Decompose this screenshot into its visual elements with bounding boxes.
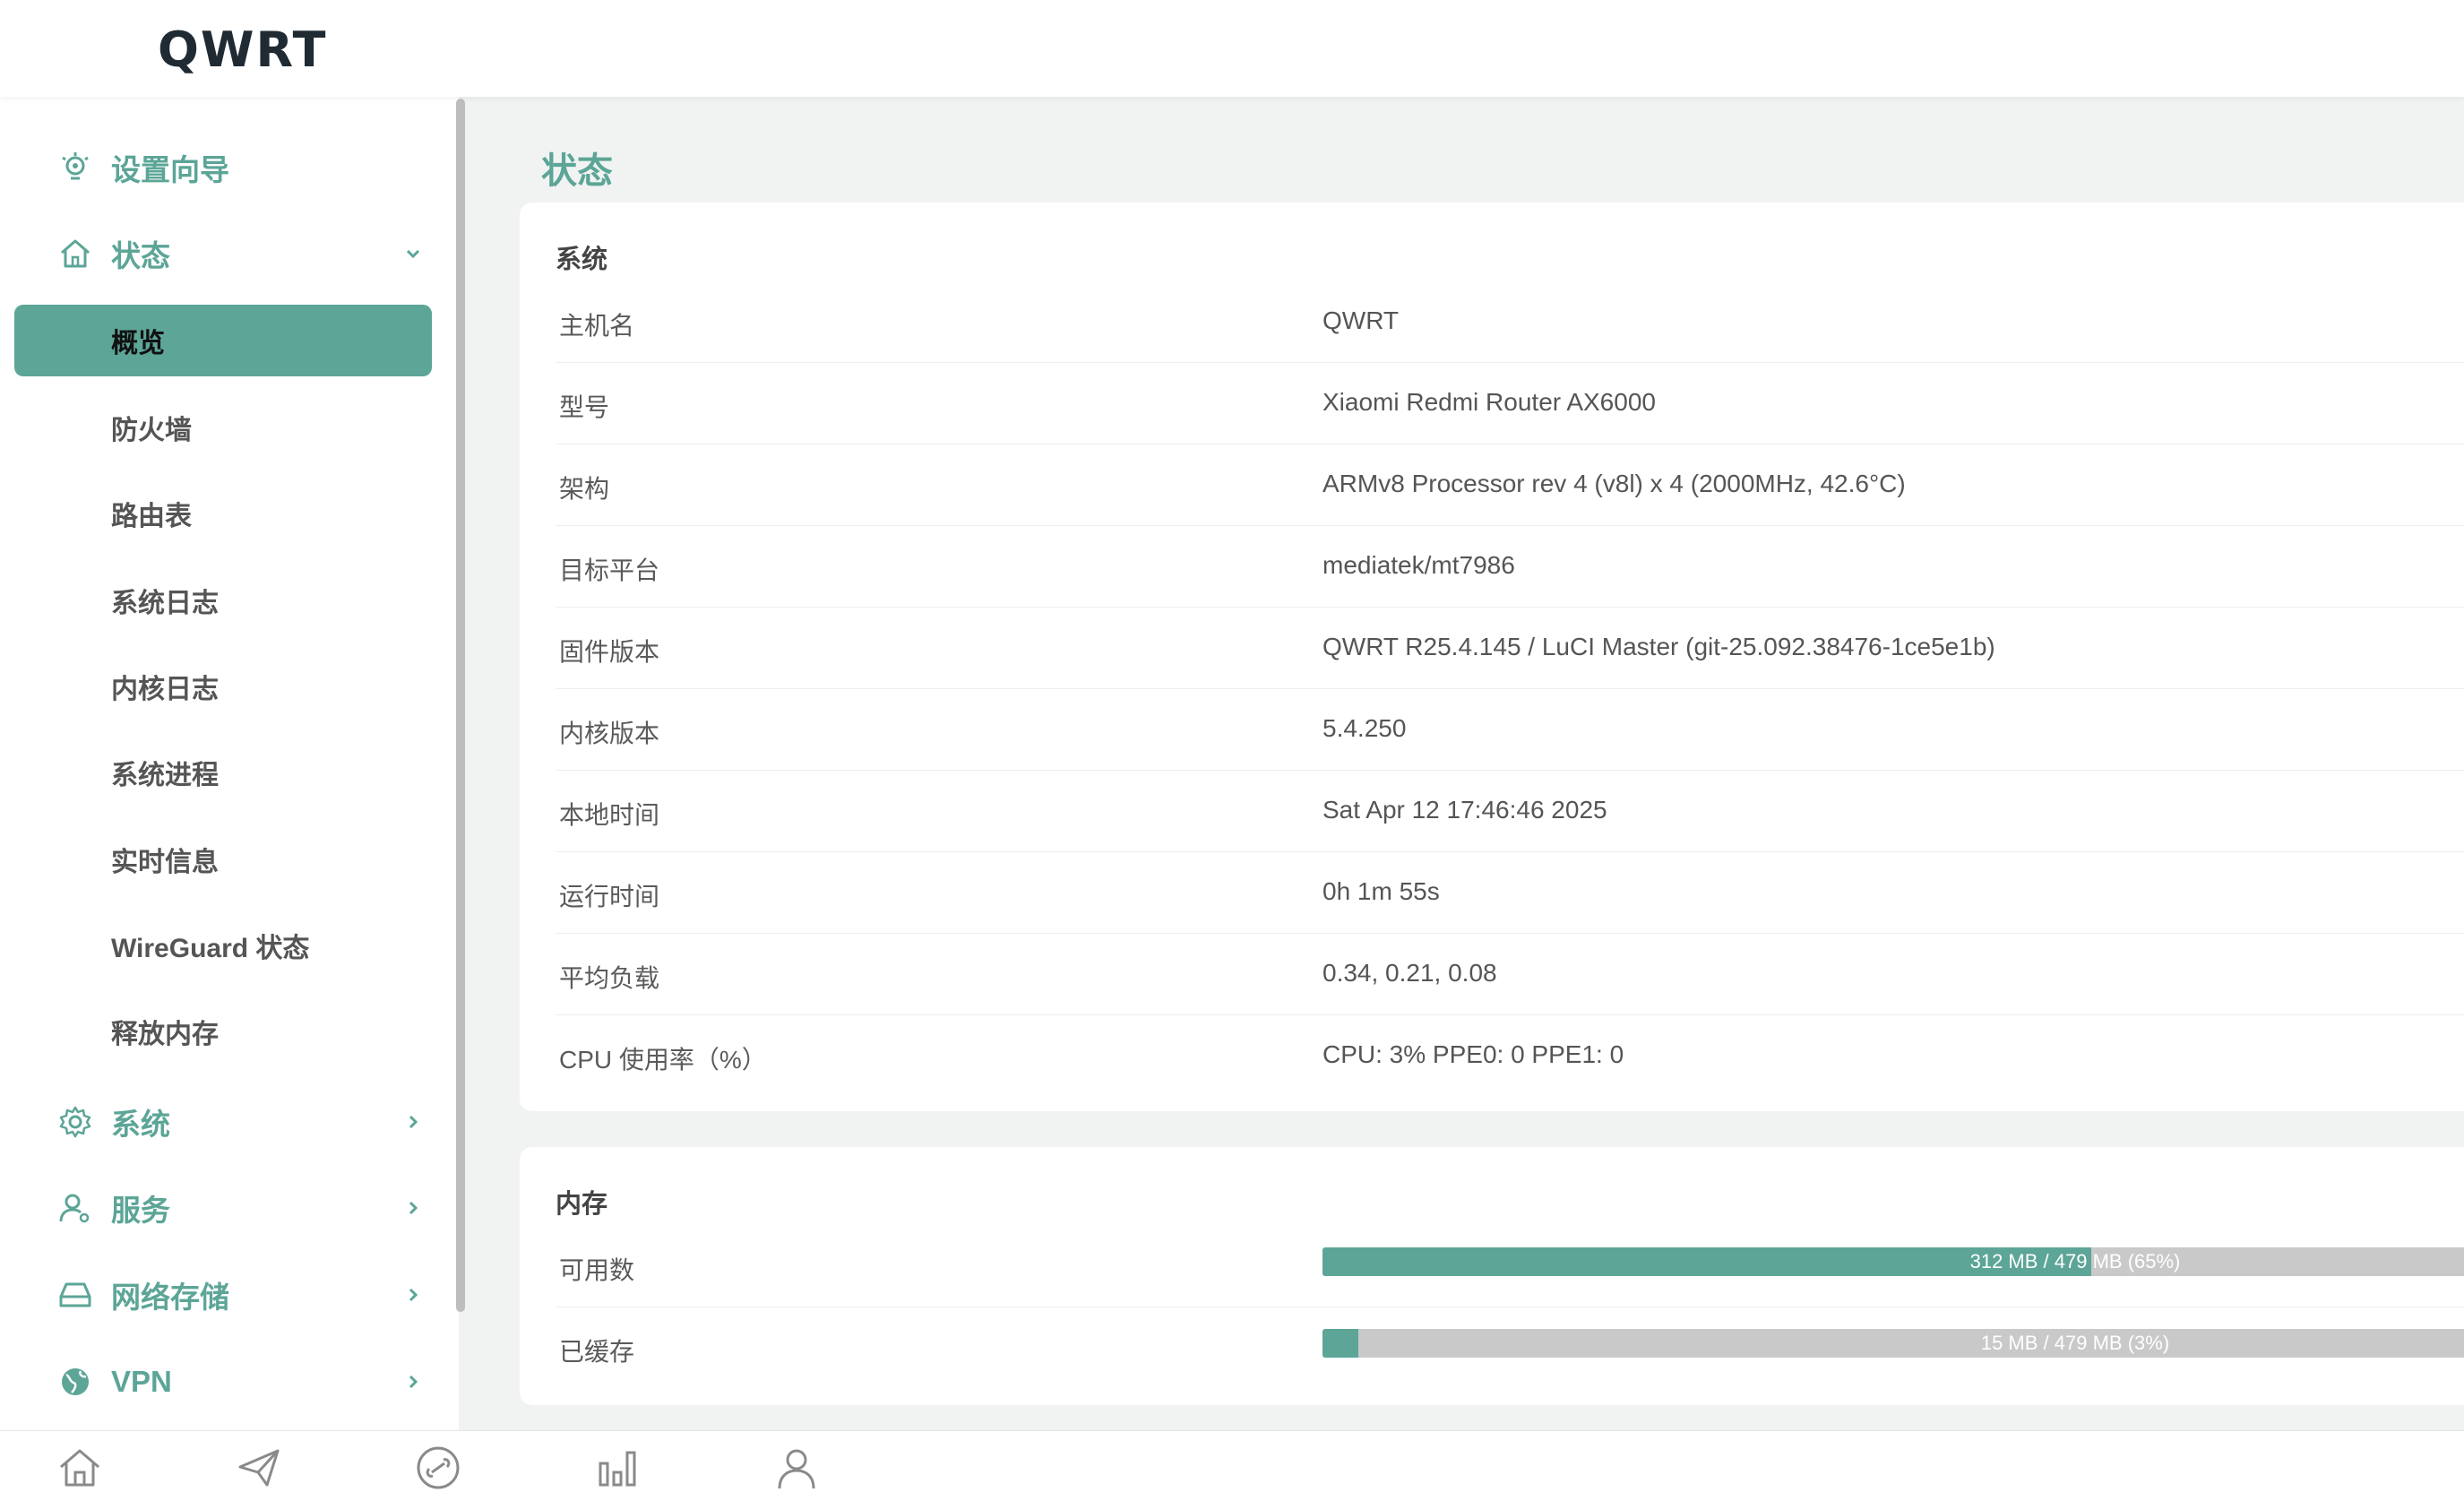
memory-available-text: 312 MB / 479 MB (65%) xyxy=(1969,1250,2181,1272)
sidebar-item-label: 概览 xyxy=(111,329,165,358)
lightbulb-gear-icon xyxy=(62,152,89,180)
row-label: 架构 xyxy=(559,475,610,503)
sidebar-item-vpn[interactable]: VPN xyxy=(0,1343,459,1420)
sidebar-item-label: 实时信息 xyxy=(111,848,219,877)
row-label: 运行时间 xyxy=(559,883,660,910)
table-row: 主机名 QWRT xyxy=(556,281,2464,363)
row-label: 本地时间 xyxy=(559,801,660,829)
card-title: 内存 xyxy=(556,1190,608,1219)
sidebar-item-label: 路由表 xyxy=(111,502,192,531)
row-label: 内核版本 xyxy=(559,720,660,747)
sidebar-item-label: 服务 xyxy=(111,1194,170,1227)
sidebar-item-label: 系统日志 xyxy=(111,589,219,618)
sidebar-item-system[interactable]: 系统 xyxy=(0,1083,459,1160)
table-row: 架构 ARMv8 Processor rev 4 (v8l) x 4 (2000… xyxy=(556,444,2464,526)
memory-cached-bar: 15 MB / 479 MB (3%) xyxy=(1322,1329,2464,1358)
sidebar-item-kernel-log[interactable]: 内核日志 xyxy=(14,651,432,722)
table-row: 运行时间 0h 1m 55s xyxy=(556,852,2464,934)
memory-card: 内存 可用数 312 MB / 479 MB (65%) 已缓存 15 MB /… xyxy=(520,1147,2464,1405)
row-label: 固件版本 xyxy=(559,638,660,666)
sidebar-item-services[interactable]: 服务 xyxy=(0,1169,459,1247)
row-label: 主机名 xyxy=(559,312,635,340)
row-label: 已缓存 xyxy=(559,1338,635,1366)
sidebar-item-status[interactable]: 状态 xyxy=(0,215,459,292)
gear-icon xyxy=(59,1106,91,1138)
sidebar: 设置向导 状态 概览 防火墙 路由表 系统日志 内核日志 系统进程 实时信息 W… xyxy=(0,97,459,1430)
chevron-right-icon xyxy=(409,1375,418,1389)
table-row: 目标平台 mediatek/mt7986 xyxy=(556,526,2464,608)
row-value: QWRT xyxy=(1322,306,1400,334)
row-label: 可用数 xyxy=(559,1256,635,1284)
row-value: ARMv8 Processor rev 4 (v8l) x 4 (2000MHz… xyxy=(1322,470,1906,497)
sidebar-item-routes[interactable]: 路由表 xyxy=(14,478,432,549)
row-value: mediatek/mt7986 xyxy=(1322,551,1515,579)
sidebar-item-label: 状态 xyxy=(111,239,170,272)
table-row: 已缓存 15 MB / 479 MB (3%) xyxy=(556,1307,2464,1388)
row-value: Sat Apr 12 17:46:46 2025 xyxy=(1322,796,1607,824)
row-label: CPU 使用率（%） xyxy=(559,1046,767,1074)
row-value: 5.4.250 xyxy=(1322,714,1407,742)
row-label: 平均负载 xyxy=(559,964,660,992)
memory-cached-text: 15 MB / 479 MB (3%) xyxy=(1980,1332,2170,1354)
sidebar-item-wizard[interactable]: 设置向导 xyxy=(0,129,459,206)
sidebar-item-label: WireGuard 状态 xyxy=(111,934,310,963)
table-row: 可用数 312 MB / 479 MB (65%) xyxy=(556,1226,2464,1307)
row-value: 0h 1m 55s xyxy=(1322,877,1440,905)
row-value: CPU: 3% PPE0: 0 PPE1: 0 xyxy=(1322,1040,1624,1068)
memory-available-bar: 312 MB / 479 MB (65%) xyxy=(1322,1247,2464,1276)
sidebar-item-syslog[interactable]: 系统日志 xyxy=(14,565,432,636)
row-value: 0.34, 0.21, 0.08 xyxy=(1322,959,1497,987)
page-title: 状态 xyxy=(541,151,613,191)
sidebar-item-free-memory[interactable]: 释放内存 xyxy=(14,996,432,1067)
sidebar-scrollbar[interactable] xyxy=(456,99,465,1312)
card-title: 系统 xyxy=(556,246,608,274)
sidebar-item-label: 内核日志 xyxy=(111,675,219,704)
sidebar-item-realtime[interactable]: 实时信息 xyxy=(14,824,432,895)
sidebar-item-label: 设置向导 xyxy=(111,153,229,186)
sidebar-item-network-storage[interactable]: 网络存储 xyxy=(0,1256,459,1333)
sidebar-item-wireguard[interactable]: WireGuard 状态 xyxy=(14,910,432,981)
link-icon[interactable] xyxy=(414,1444,462,1492)
home-icon xyxy=(61,239,90,268)
row-label: 型号 xyxy=(559,393,610,421)
system-card: 系统 主机名 QWRT 型号 Xiaomi Redmi Router AX600… xyxy=(520,203,2464,1111)
paper-plane-icon[interactable] xyxy=(235,1444,283,1492)
sidebar-item-label: 防火墙 xyxy=(111,416,192,445)
home-icon[interactable] xyxy=(56,1444,104,1492)
bar-chart-icon[interactable] xyxy=(593,1444,642,1492)
table-row: 固件版本 QWRT R25.4.145 / LuCI Master (git-2… xyxy=(556,608,2464,689)
table-row: 平均负载 0.34, 0.21, 0.08 xyxy=(556,934,2464,1015)
sidebar-item-processes[interactable]: 系统进程 xyxy=(14,737,432,808)
table-row: 内核版本 5.4.250 xyxy=(556,689,2464,771)
chevron-right-icon xyxy=(409,1288,418,1302)
sidebar-item-overview[interactable]: 概览 xyxy=(14,305,432,376)
brand-logo[interactable]: QWRT xyxy=(158,22,327,78)
table-row: CPU 使用率（%） CPU: 3% PPE0: 0 PPE1: 0 xyxy=(556,1015,2464,1096)
chevron-right-icon xyxy=(409,1201,418,1215)
chevron-down-icon xyxy=(406,249,420,259)
sidebar-item-label: 释放内存 xyxy=(111,1020,219,1049)
user-service-icon xyxy=(59,1194,90,1223)
drive-icon xyxy=(59,1282,91,1307)
table-row: 型号 Xiaomi Redmi Router AX6000 xyxy=(556,363,2464,444)
sidebar-item-label: VPN xyxy=(111,1365,172,1398)
sidebar-item-label: 系统进程 xyxy=(111,761,219,790)
sidebar-item-firewall[interactable]: 防火墙 xyxy=(14,392,432,463)
row-label: 目标平台 xyxy=(559,556,660,584)
row-value: QWRT R25.4.145 / LuCI Master (git-25.092… xyxy=(1322,633,1995,660)
table-row: 本地时间 Sat Apr 12 17:46:46 2025 xyxy=(556,771,2464,852)
top-header: QWRT xyxy=(0,0,2464,97)
globe-icon xyxy=(62,1368,89,1395)
row-value: Xiaomi Redmi Router AX6000 xyxy=(1322,388,1656,416)
sidebar-item-label: 系统 xyxy=(111,1108,170,1141)
chevron-right-icon xyxy=(409,1115,418,1129)
sidebar-item-label: 网络存储 xyxy=(111,1281,229,1314)
bottom-nav-bar xyxy=(0,1430,2464,1501)
user-icon[interactable] xyxy=(772,1444,821,1492)
